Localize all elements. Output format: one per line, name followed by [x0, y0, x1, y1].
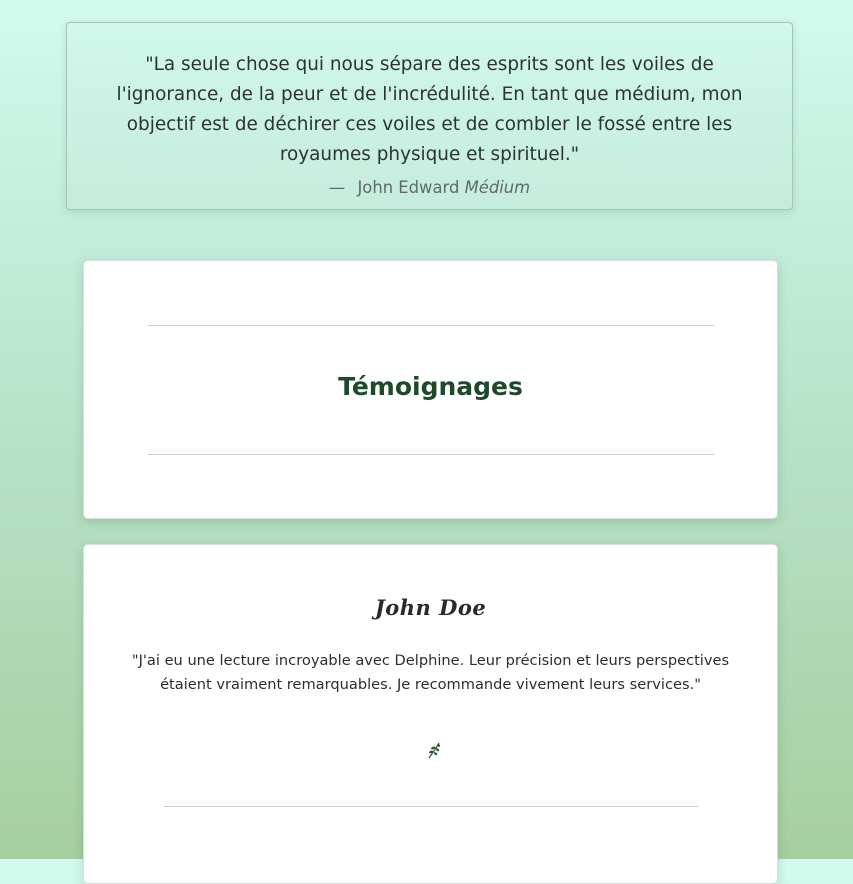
testimonial-author-name: John Doe: [374, 595, 487, 620]
leaf-icon: [428, 742, 441, 759]
testimonial-text: "J'ai eu une lecture incroyable avec Del…: [131, 652, 730, 693]
divider: [148, 325, 714, 326]
quote-dash: —: [328, 178, 346, 197]
quote-card: "La seule chose qui nous sépare des espr…: [66, 22, 793, 210]
quote-text: "La seule chose qui nous sépare des espr…: [116, 54, 743, 165]
divider: [148, 454, 714, 455]
quote-attribution: — John Edward Médium: [93, 178, 766, 197]
section-title: Témoignages: [338, 372, 523, 401]
quote-author-role: Médium: [464, 178, 531, 197]
quote-author: John Edward: [357, 178, 460, 197]
divider: [164, 806, 698, 807]
testimonials-header-card: Témoignages: [83, 260, 778, 519]
testimonial-card: John Doe "J'ai eu une lecture incroyable…: [83, 544, 778, 884]
